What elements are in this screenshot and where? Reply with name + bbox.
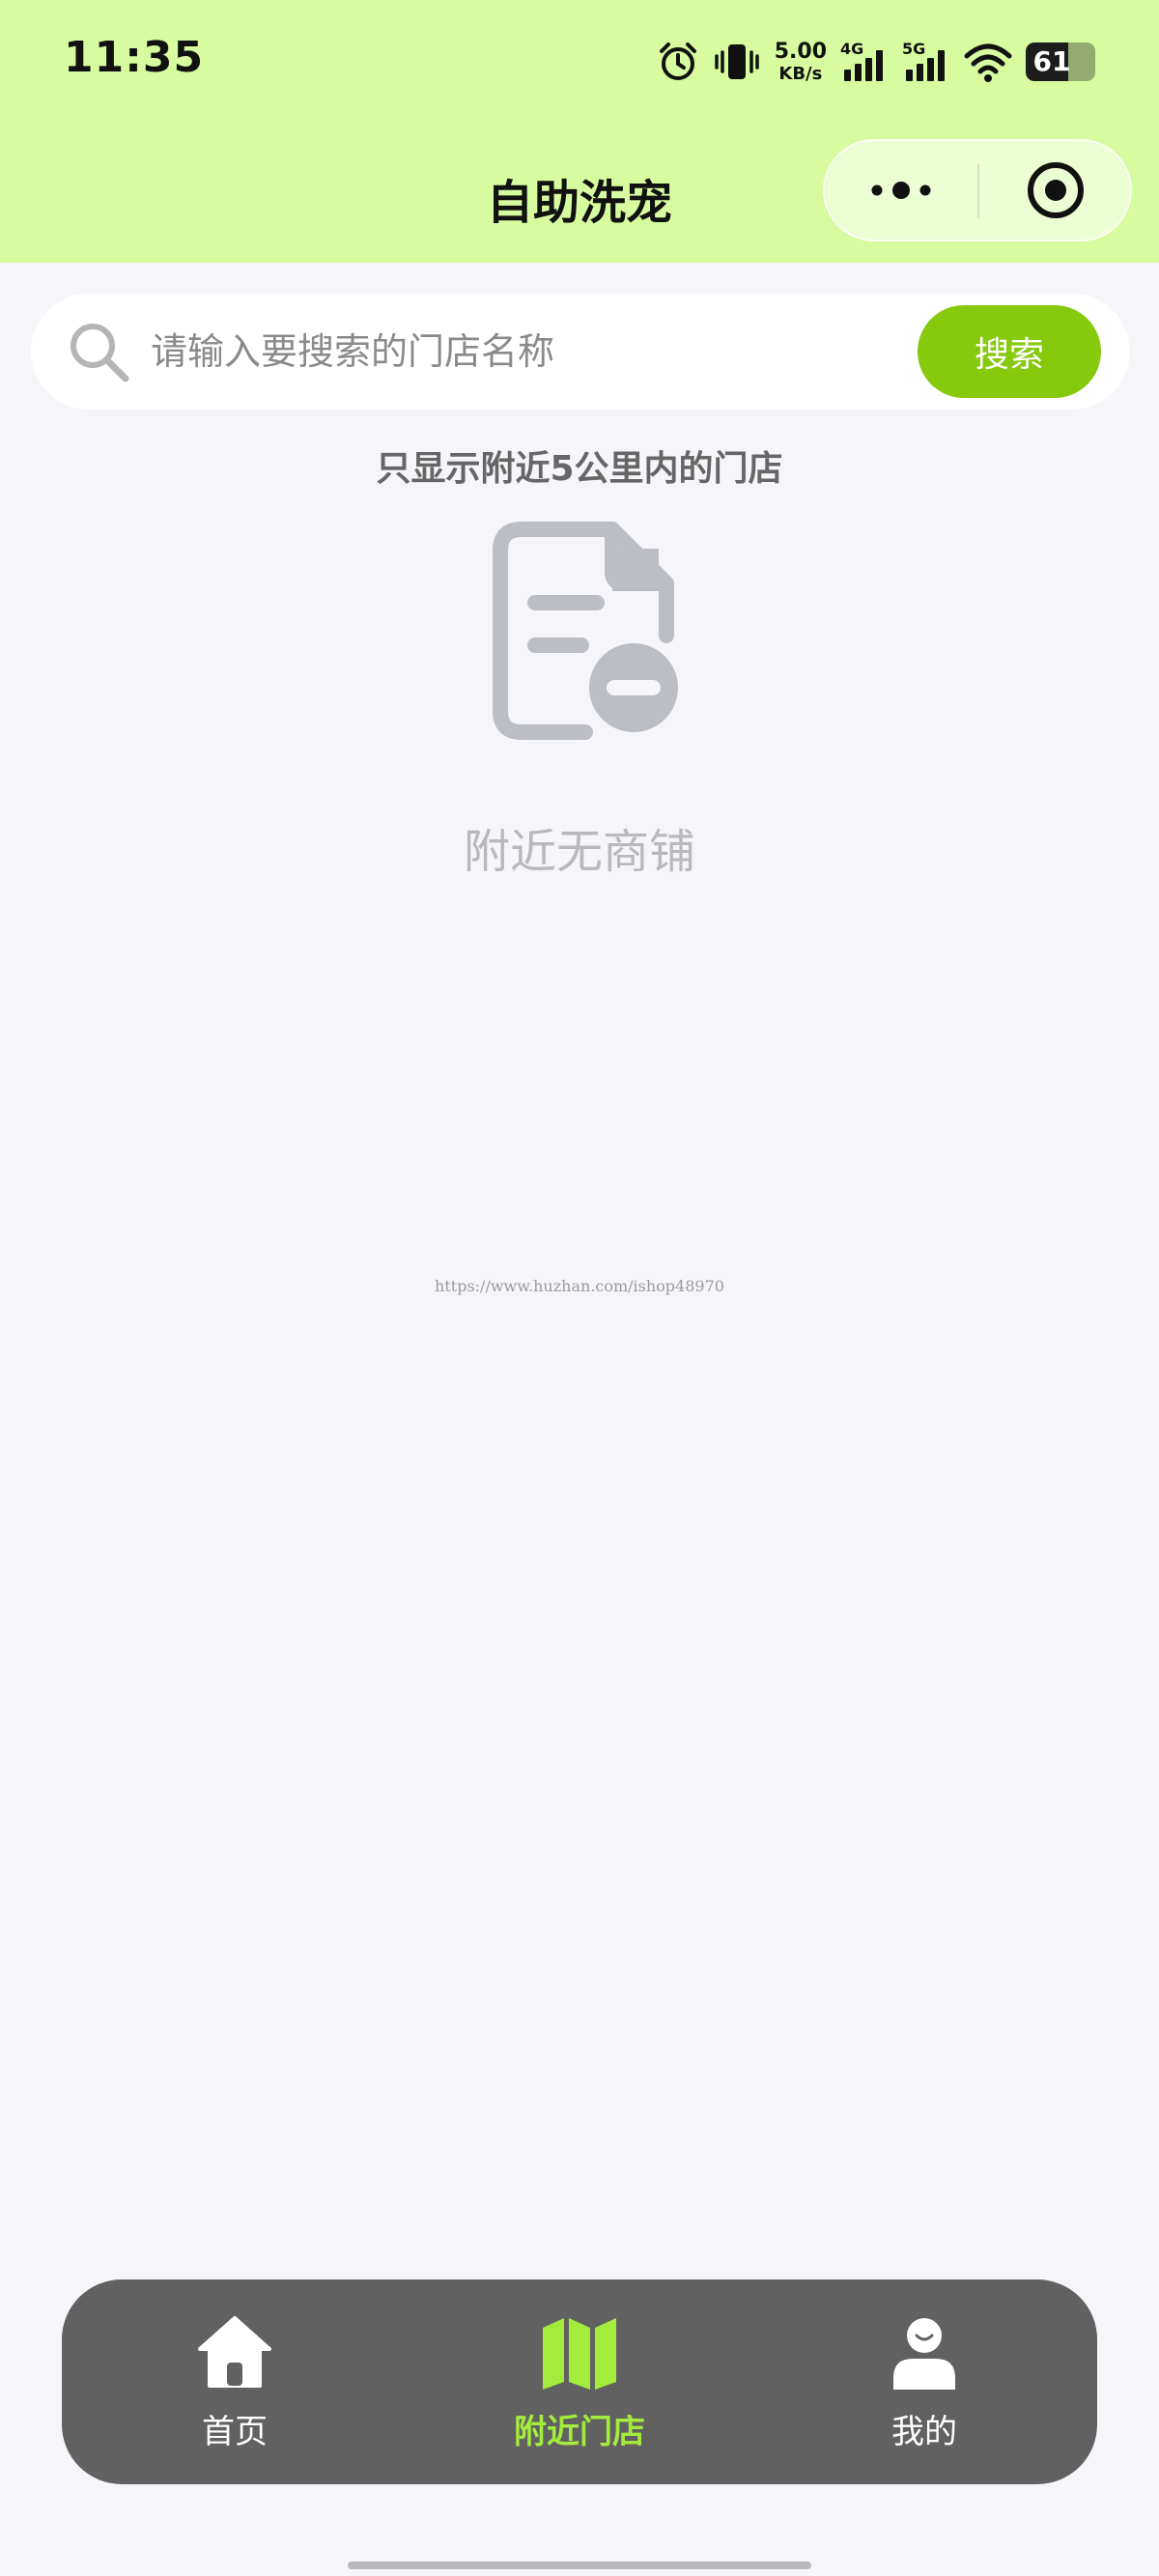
signal-4g-label: 4G: [840, 41, 863, 58]
home-icon: [198, 2316, 271, 2388]
status-bar: 11:35 5.00 KB/s 4G 5G 61: [0, 0, 1159, 126]
user-icon: [893, 2318, 955, 2390]
header-area: 11:35 5.00 KB/s 4G 5G 61 自助洗宠: [0, 0, 1159, 263]
page: 11:35 5.00 KB/s 4G 5G 61 自助洗宠 请输入要搜索的门店名…: [0, 0, 1159, 2576]
tab-home-label: 首页: [202, 2413, 268, 2451]
tab-home[interactable]: 首页: [114, 2279, 355, 2484]
close-button[interactable]: [979, 141, 1132, 240]
status-time: 11:35: [64, 33, 205, 82]
empty-document-icon: [493, 522, 678, 740]
alarm-icon: [657, 41, 699, 83]
network-speed-unit: KB/s: [778, 63, 823, 84]
signal-5g-icon: 5G: [902, 41, 950, 83]
tab-nearby-stores[interactable]: 附近门店: [459, 2279, 700, 2484]
map-icon: [543, 2318, 616, 2390]
search-bar: 搜索: [31, 294, 1130, 410]
network-speed-value: 5.00: [774, 39, 827, 64]
tab-nearby-stores-label: 附近门店: [514, 2413, 645, 2451]
vibrate-icon: [713, 41, 761, 83]
tab-mine-label: 我的: [891, 2413, 957, 2451]
empty-state-text: 附近无商铺: [463, 825, 695, 879]
network-speed: 5.00 KB/s: [774, 39, 827, 84]
navigation-bar: 自助洗宠: [0, 135, 1159, 255]
search-icon: [71, 324, 129, 382]
more-dots-icon: [871, 182, 931, 199]
tab-mine[interactable]: 我的: [804, 2279, 1045, 2484]
watermark-url: https://www.huzhan.com/ishop48970: [435, 1277, 724, 1295]
signal-5g-label: 5G: [902, 41, 925, 58]
battery-indicator: 61: [1026, 42, 1095, 81]
tab-bar: 首页 附近门店 我的: [62, 2279, 1097, 2484]
battery-level: 61: [1032, 45, 1071, 77]
range-hint: 只显示附近5公里内的门店: [376, 449, 783, 489]
target-close-icon: [1028, 162, 1084, 218]
more-button[interactable]: [825, 141, 977, 240]
search-input[interactable]: [151, 313, 914, 390]
miniprogram-capsule: [823, 139, 1132, 241]
wifi-icon: [964, 41, 1012, 83]
search-button[interactable]: 搜索: [918, 305, 1101, 398]
home-indicator: [348, 2562, 811, 2569]
status-icons: 5.00 KB/s 4G 5G 61: [657, 35, 1095, 89]
signal-4g-icon: 4G: [840, 41, 889, 83]
